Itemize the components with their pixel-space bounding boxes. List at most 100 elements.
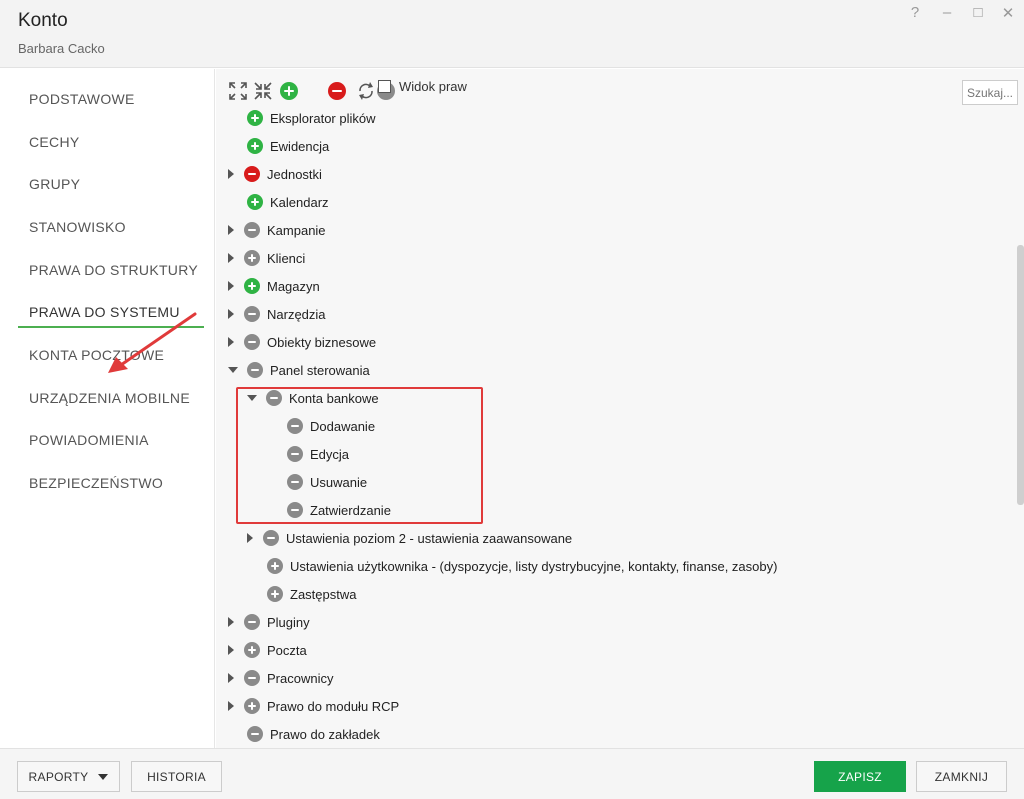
minus-gray-icon[interactable] <box>244 222 260 238</box>
collapsed-arrow-icon[interactable] <box>228 281 234 291</box>
tree-row-label: Jednostki <box>267 166 322 182</box>
window-header: Konto Barbara Cacko ? – □ ✕ <box>0 0 1024 68</box>
minus-gray-icon[interactable] <box>247 362 263 378</box>
collapsed-arrow-icon[interactable] <box>228 253 234 263</box>
plus-gray-icon[interactable] <box>244 250 260 266</box>
sidebar-item-podstawowe[interactable]: PODSTAWOWE <box>18 83 204 115</box>
minus-gray-icon[interactable] <box>244 306 260 322</box>
plus-green-icon[interactable] <box>244 278 260 294</box>
collapsed-arrow-icon[interactable] <box>228 337 234 347</box>
tree-row[interactable]: Panel sterowania <box>228 358 370 382</box>
footer: RAPORTY HISTORIA ZAPISZ ZAMKNIJ <box>0 748 1024 799</box>
sidebar-item-stanowisko[interactable]: STANOWISKO <box>18 211 204 243</box>
tree-row-label: Klienci <box>267 250 306 266</box>
maximize-button[interactable]: □ <box>969 4 987 21</box>
tree-row-label: Pracownicy <box>267 670 334 686</box>
minus-gray-icon[interactable] <box>244 614 260 630</box>
sidebar-item-cechy[interactable]: CECHY <box>18 126 204 158</box>
tree-row[interactable]: Pluginy <box>228 610 310 634</box>
minus-red-icon[interactable] <box>244 166 260 182</box>
tree-row-label: Kampanie <box>267 222 326 238</box>
deny-all-icon[interactable] <box>328 82 347 100</box>
tree-row[interactable]: Klienci <box>228 246 305 270</box>
collapsed-arrow-icon[interactable] <box>228 169 234 179</box>
collapsed-arrow-icon[interactable] <box>228 225 234 235</box>
expanded-arrow-icon[interactable] <box>228 367 238 373</box>
tree-row-label: Pluginy <box>267 614 310 630</box>
plus-green-icon[interactable] <box>247 138 263 154</box>
collapse-all-icon[interactable] <box>253 81 273 101</box>
search-input[interactable] <box>962 80 1018 105</box>
window-subtitle: Barbara Cacko <box>18 41 105 56</box>
sidebar-item-grupy[interactable]: GRUPY <box>18 168 204 200</box>
tree-row[interactable]: Zastępstwa <box>267 582 356 606</box>
raporty-label: RAPORTY <box>28 769 89 784</box>
plus-gray-icon[interactable] <box>244 698 260 714</box>
tree-row-label: Panel sterowania <box>270 362 370 378</box>
grant-all-icon[interactable] <box>280 82 298 100</box>
tree-row[interactable]: Prawo do zakładek <box>247 722 380 746</box>
widok-praw-label: Widok praw <box>399 79 467 94</box>
minimize-button[interactable]: – <box>938 4 956 21</box>
tree-toolbar: Widok praw <box>216 69 1024 109</box>
sidebar-item-bezpieczenstwo[interactable]: BEZPIECZEŃSTWO <box>18 467 204 499</box>
tree-row-label: Prawo do zakładek <box>270 726 380 742</box>
tree-row[interactable]: Obiekty biznesowe <box>228 330 376 354</box>
tree-row[interactable]: Kalendarz <box>247 190 329 214</box>
sidebar-item-urzadzenia-mobilne[interactable]: URZĄDZENIA MOBILNE <box>18 382 204 414</box>
chevron-down-icon <box>98 773 109 780</box>
tree-row-label: Obiekty biznesowe <box>267 334 377 350</box>
tree-row[interactable]: Prawo do modułu RCP <box>228 694 399 718</box>
plus-gray-icon[interactable] <box>267 558 283 574</box>
collapsed-arrow-icon[interactable] <box>247 533 253 543</box>
sidebar-item-prawa-do-struktury[interactable]: PRAWA DO STRUKTURY <box>18 254 204 286</box>
tree-row-label: Poczta <box>267 642 307 658</box>
tree-row-label: Ustawienia poziom 2 - ustawienia zaawans… <box>286 530 573 546</box>
help-button[interactable]: ? <box>906 4 924 21</box>
close-dialog-button[interactable]: ZAMKNIJ <box>916 761 1007 792</box>
collapsed-arrow-icon[interactable] <box>228 309 234 319</box>
collapsed-arrow-icon[interactable] <box>228 673 234 683</box>
tree-row[interactable]: Ewidencja <box>247 134 329 158</box>
historia-button[interactable]: HISTORIA <box>131 761 222 792</box>
tree-row[interactable]: Magazyn <box>228 274 320 298</box>
tree-row[interactable]: Ustawienia użytkownika - (dyspozycje, li… <box>267 554 777 578</box>
collapsed-arrow-icon[interactable] <box>228 701 234 711</box>
minus-gray-icon[interactable] <box>247 726 263 742</box>
sidebar-item-powiadomienia[interactable]: POWIADOMIENIA <box>18 424 204 456</box>
tree-row[interactable]: Ustawienia poziom 2 - ustawienia zaawans… <box>247 526 572 550</box>
minus-gray-icon[interactable] <box>244 334 260 350</box>
collapsed-arrow-icon[interactable] <box>228 617 234 627</box>
collapsed-arrow-icon[interactable] <box>228 645 234 655</box>
minus-gray-icon[interactable] <box>244 670 260 686</box>
scrollbar[interactable] <box>1017 245 1024 505</box>
tree-row[interactable]: Narzędzia <box>228 302 326 326</box>
tree-row-label: Kalendarz <box>270 194 329 210</box>
tree-row-label: Narzędzia <box>267 306 326 322</box>
close-button[interactable]: ✕ <box>999 4 1017 22</box>
annotation-arrow-icon <box>108 312 197 373</box>
sidebar: PODSTAWOWE CECHY GRUPY STANOWISKO PRAWA … <box>0 69 215 748</box>
tree-row[interactable]: Poczta <box>228 638 307 662</box>
plus-green-icon[interactable] <box>247 110 263 126</box>
raporty-button[interactable]: RAPORTY <box>17 761 120 792</box>
refresh-icon[interactable] <box>356 81 376 101</box>
widok-praw-checkbox[interactable] <box>378 80 391 93</box>
plus-green-icon[interactable] <box>247 194 263 210</box>
tree-row[interactable]: Jednostki <box>228 162 322 186</box>
tree-row[interactable]: Kampanie <box>228 218 326 242</box>
annotation-highlight-box <box>236 387 483 524</box>
tree-row-label: Ustawienia użytkownika - (dyspozycje, li… <box>290 558 778 574</box>
permissions-panel: Widok praw Eksplorator plików Ewidencja Je… <box>216 69 1024 748</box>
expand-all-icon[interactable] <box>228 81 248 101</box>
tree-row[interactable]: Eksplorator plików <box>247 106 376 130</box>
tree-row-label: Magazyn <box>267 278 320 294</box>
plus-gray-icon[interactable] <box>267 586 283 602</box>
save-button[interactable]: ZAPISZ <box>814 761 906 792</box>
tree-row-label: Ewidencja <box>270 138 330 154</box>
minus-gray-icon[interactable] <box>263 530 279 546</box>
tree-row-label: Zastępstwa <box>290 586 357 602</box>
tree-row-label: Prawo do modułu RCP <box>267 698 400 714</box>
plus-gray-icon[interactable] <box>244 642 260 658</box>
tree-row[interactable]: Pracownicy <box>228 666 333 690</box>
